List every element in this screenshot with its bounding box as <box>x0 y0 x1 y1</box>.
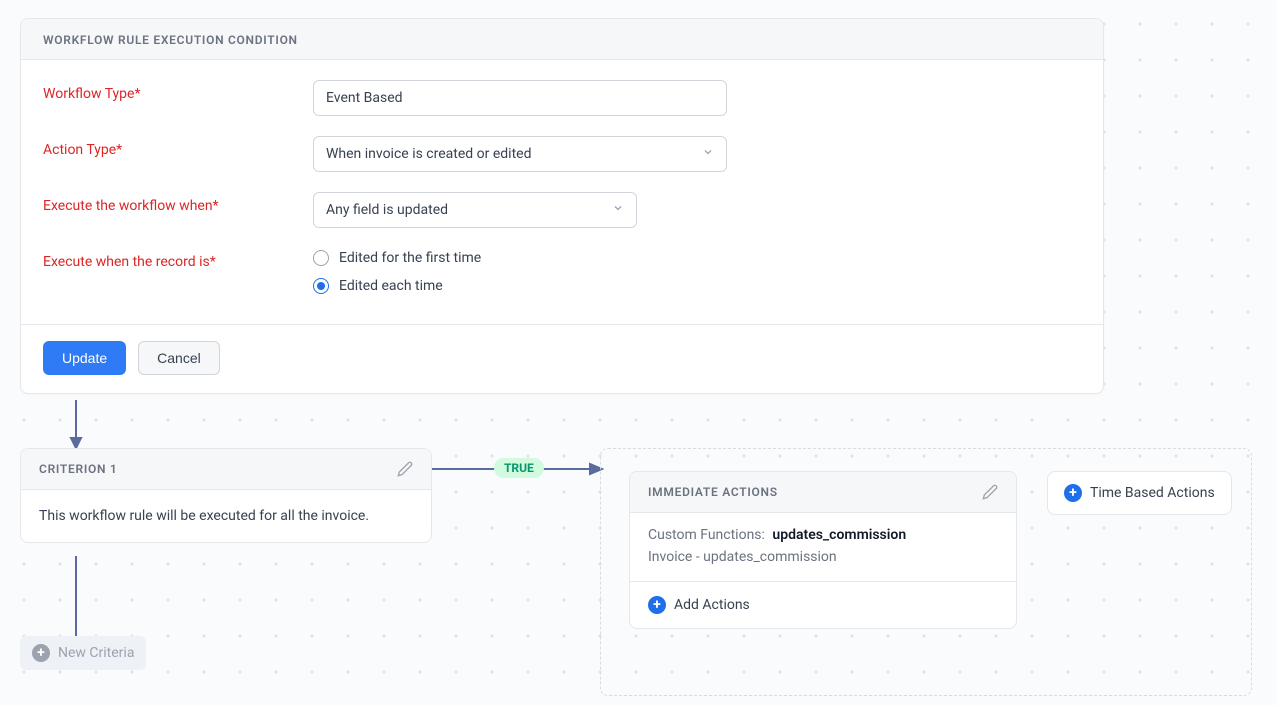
new-criteria-label: New Criteria <box>58 645 134 661</box>
criterion-header: CRITERION 1 <box>21 449 431 490</box>
plus-circle-icon: + <box>1064 484 1082 502</box>
chevron-down-icon <box>612 202 624 218</box>
custom-function-label: Custom Functions: <box>648 527 765 543</box>
execute-when-row: Execute the workflow when* Any field is … <box>43 192 1081 228</box>
criterion-card: CRITERION 1 This workflow rule will be e… <box>20 448 432 543</box>
radio-checked-icon <box>313 278 329 294</box>
workflow-type-row: Workflow Type* Event Based <box>43 80 1081 116</box>
edit-immediate-actions-button[interactable] <box>982 484 998 500</box>
execution-condition-header: WORKFLOW RULE EXECUTION CONDITION <box>21 19 1103 60</box>
criterion-title: CRITERION 1 <box>39 462 118 476</box>
record-first-time-radio[interactable]: Edited for the first time <box>313 250 481 266</box>
connector-line-down <box>70 556 82 638</box>
update-button[interactable]: Update <box>43 341 126 375</box>
record-first-time-label: Edited for the first time <box>339 250 481 266</box>
execute-when-value: Any field is updated <box>326 202 448 218</box>
plus-circle-icon: + <box>648 596 666 614</box>
custom-function-detail: Invoice - updates_commission <box>648 549 998 565</box>
execution-condition-card: WORKFLOW RULE EXECUTION CONDITION Workfl… <box>20 18 1104 394</box>
action-type-label: Action Type* <box>43 136 313 158</box>
execute-when-select[interactable]: Any field is updated <box>313 192 637 228</box>
chevron-down-icon <box>702 146 714 162</box>
cancel-button[interactable]: Cancel <box>138 341 220 375</box>
action-type-row: Action Type* When invoice is created or … <box>43 136 1081 172</box>
record-each-time-radio[interactable]: Edited each time <box>313 278 481 294</box>
edit-criterion-button[interactable] <box>397 461 413 477</box>
time-based-actions-label: Time Based Actions <box>1090 485 1215 501</box>
radio-unchecked-icon <box>313 250 329 266</box>
plus-circle-icon: + <box>32 644 50 662</box>
record-each-time-label: Edited each time <box>339 278 443 294</box>
immediate-actions-title: IMMEDIATE ACTIONS <box>648 485 778 499</box>
actions-group: IMMEDIATE ACTIONS Custom Functions: upda… <box>600 448 1252 696</box>
custom-function-row: Custom Functions: updates_commission <box>648 527 998 543</box>
action-type-value: When invoice is created or edited <box>326 146 531 162</box>
execution-condition-body: Workflow Type* Event Based Action Type* … <box>21 60 1103 324</box>
criterion-body: This workflow rule will be executed for … <box>21 490 431 542</box>
workflow-canvas: WORKFLOW RULE EXECUTION CONDITION Workfl… <box>0 0 1277 705</box>
new-criteria-button[interactable]: + New Criteria <box>20 636 146 670</box>
execution-condition-title: WORKFLOW RULE EXECUTION CONDITION <box>43 33 1081 47</box>
connector-arrow-down <box>64 400 88 450</box>
add-actions-button[interactable]: + Add Actions <box>630 582 1016 628</box>
custom-function-name: updates_commission <box>772 527 906 543</box>
immediate-actions-header: IMMEDIATE ACTIONS <box>630 472 1016 513</box>
pencil-icon <box>397 461 413 477</box>
true-badge: TRUE <box>494 458 544 478</box>
immediate-actions-body: Custom Functions: updates_commission Inv… <box>630 513 1016 582</box>
workflow-type-input[interactable]: Event Based <box>313 80 727 116</box>
workflow-type-value: Event Based <box>326 90 403 106</box>
workflow-type-label: Workflow Type* <box>43 80 313 102</box>
record-is-label: Execute when the record is* <box>43 248 313 270</box>
immediate-actions-card: IMMEDIATE ACTIONS Custom Functions: upda… <box>629 471 1017 629</box>
execute-when-label: Execute the workflow when* <box>43 192 313 214</box>
execution-condition-footer: Update Cancel <box>21 324 1103 393</box>
record-is-row: Execute when the record is* Edited for t… <box>43 248 1081 294</box>
action-type-select[interactable]: When invoice is created or edited <box>313 136 727 172</box>
record-is-radio-group: Edited for the first time Edited each ti… <box>313 248 481 294</box>
pencil-icon <box>982 484 998 500</box>
time-based-actions-button[interactable]: + Time Based Actions <box>1047 471 1232 515</box>
add-actions-label: Add Actions <box>674 597 750 613</box>
